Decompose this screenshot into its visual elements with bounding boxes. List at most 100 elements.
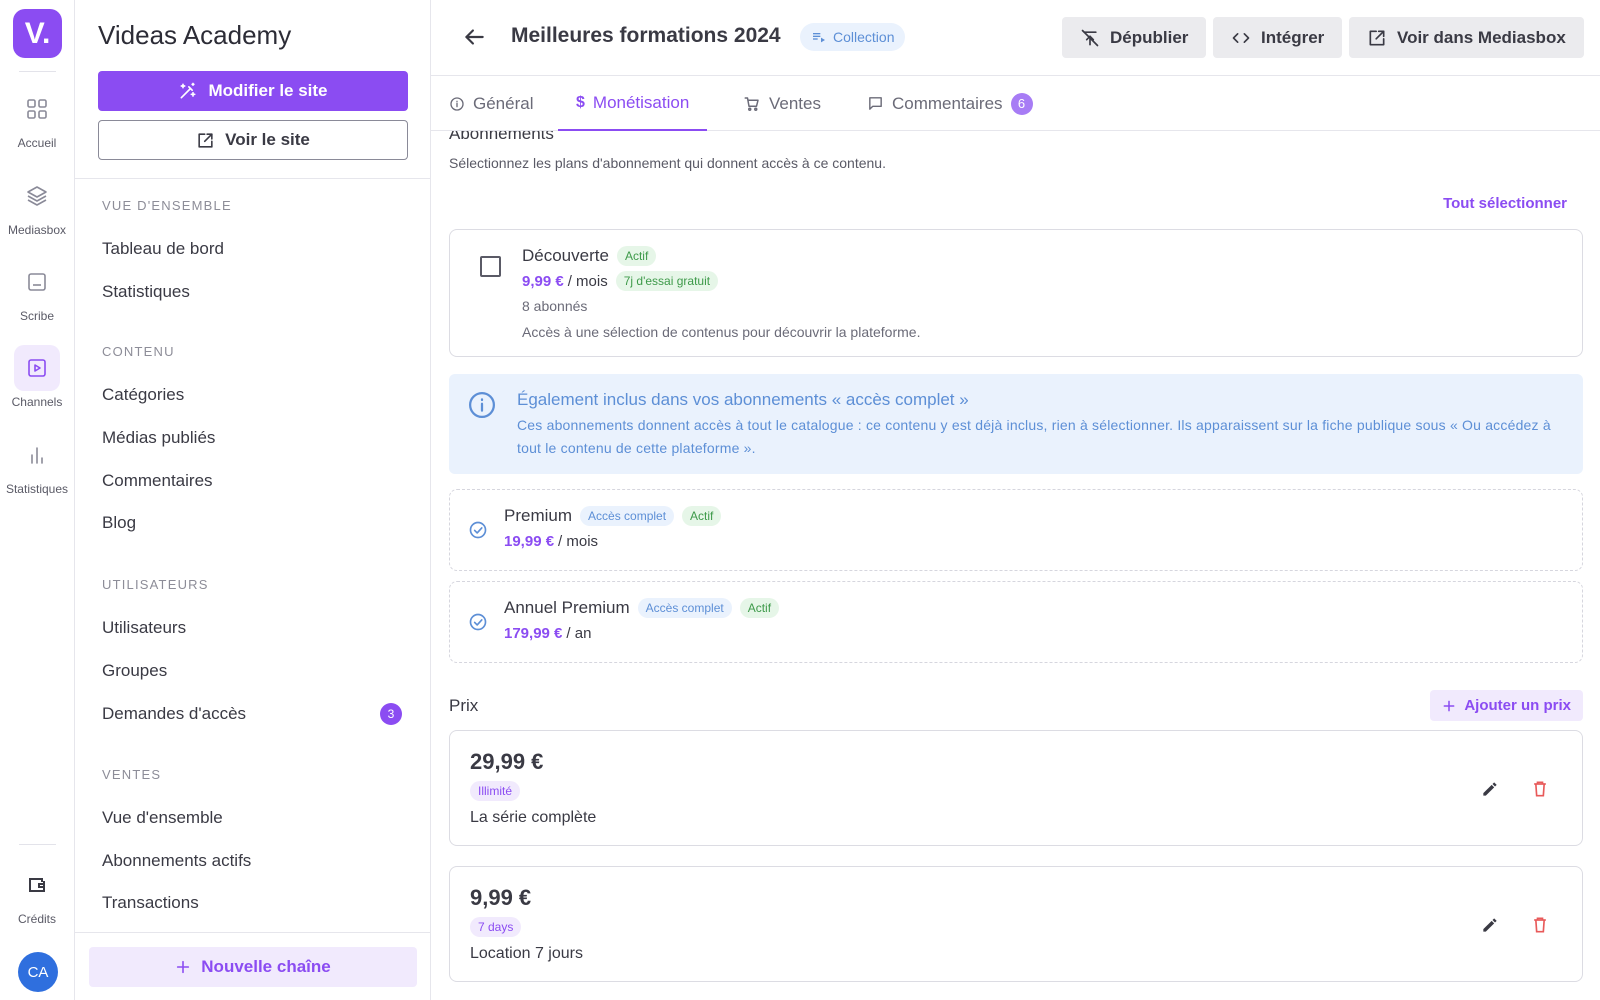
price-card: 29,99 € Illimité La série complète bbox=[449, 730, 1583, 846]
sidebar-divider bbox=[75, 932, 430, 933]
price-amount: 9,99 € bbox=[470, 885, 532, 910]
sidebar-item-statistics[interactable]: Statistiques bbox=[102, 282, 402, 302]
rail-item-scribe[interactable]: Scribe bbox=[0, 259, 74, 339]
view-in-mediasbox-label: Voir dans Mediasbox bbox=[1397, 27, 1566, 47]
included-plan-price-row: 19,99 € / mois bbox=[504, 533, 598, 550]
code-icon bbox=[1231, 28, 1251, 48]
view-in-mediasbox-button[interactable]: Voir dans Mediasbox bbox=[1349, 17, 1584, 58]
plan-price-row: 9,99 € / mois 7j d'essai gratuit bbox=[522, 271, 719, 291]
duration-badge: 7 days bbox=[470, 917, 522, 937]
info-text: Ces abonnements donnent accès à tout le … bbox=[517, 417, 1551, 456]
nav-section-title: CONTENU bbox=[102, 344, 175, 359]
unpublish-icon bbox=[1080, 28, 1100, 48]
price-description: Location 7 jours bbox=[470, 945, 583, 962]
rail-label: Scribe bbox=[19, 309, 54, 323]
view-site-label: Voir le site bbox=[225, 130, 310, 149]
price-card: 9,99 € 7 days Location 7 jours bbox=[449, 866, 1583, 982]
app-logo[interactable]: V. bbox=[13, 9, 62, 58]
nav-label: Blog bbox=[102, 513, 137, 532]
rail-divider bbox=[19, 71, 56, 72]
duration-badge: Illimité bbox=[470, 781, 521, 801]
plan-period: / mois bbox=[567, 272, 608, 290]
new-channel-label: Nouvelle chaîne bbox=[201, 957, 331, 976]
sidebar-item-active-subscriptions[interactable]: Abonnements actifs bbox=[102, 851, 402, 871]
external-link-icon bbox=[1367, 28, 1387, 48]
included-plan-price-row: 179,99 € / an bbox=[504, 625, 591, 642]
info-circle-icon bbox=[467, 390, 497, 420]
plus-icon bbox=[175, 959, 191, 975]
pencil-icon[interactable] bbox=[1480, 779, 1500, 799]
included-plan-name-row: Premium Accès complet Actif bbox=[504, 506, 722, 526]
nav-label: Utilisateurs bbox=[102, 618, 187, 637]
tab-general[interactable]: Général bbox=[449, 76, 552, 131]
add-price-button[interactable]: Ajouter un prix bbox=[1430, 690, 1583, 721]
status-badge: Actif bbox=[739, 598, 780, 618]
plan-price: 9,99 € bbox=[522, 272, 564, 290]
page-title: Meilleures formations 2024 bbox=[511, 24, 781, 47]
edit-site-button[interactable]: Modifier le site bbox=[98, 71, 408, 111]
tab-ventes[interactable]: Ventes bbox=[735, 76, 829, 131]
select-all-link[interactable]: Tout sélectionner bbox=[1443, 195, 1567, 212]
edit-site-label: Modifier le site bbox=[208, 81, 328, 100]
plan-name-row: Découverte Actif bbox=[522, 246, 657, 266]
plan-checkbox[interactable] bbox=[480, 256, 501, 277]
nav-label: Abonnements actifs bbox=[102, 851, 252, 870]
tab-label: Ventes bbox=[769, 93, 821, 113]
rail-item-mediasbox[interactable]: Mediasbox bbox=[0, 173, 74, 253]
sidebar-item-access-requests[interactable]: Demandes d'accès 3 bbox=[102, 703, 402, 725]
embed-label: Intégrer bbox=[1261, 27, 1325, 47]
nav-label: Demandes d'accès bbox=[102, 704, 247, 723]
sidebar-item-blog[interactable]: Blog bbox=[102, 513, 402, 533]
rail-item-channels[interactable]: Channels bbox=[0, 345, 74, 425]
trash-icon[interactable] bbox=[1530, 915, 1550, 935]
cart-icon bbox=[743, 95, 761, 113]
access-requests-badge: 3 bbox=[380, 703, 402, 725]
rail-item-statistiques[interactable]: Statistiques bbox=[0, 432, 74, 512]
plan-name: Premium bbox=[504, 506, 573, 525]
tab-bar: Général $ Monétisation Ventes Commentair… bbox=[431, 76, 1600, 131]
playlist-icon bbox=[811, 29, 827, 45]
tab-label: Commentaires bbox=[892, 93, 1003, 113]
site-title: Videas Academy bbox=[98, 20, 292, 50]
channel-sidebar: Videas Academy Modifier le site Voir le … bbox=[75, 0, 431, 1000]
status-badge: Actif bbox=[682, 506, 722, 526]
plan-card-decouverte[interactable]: Découverte Actif 9,99 € / mois 7j d'essa… bbox=[449, 229, 1583, 357]
check-circle-icon bbox=[468, 612, 488, 632]
new-channel-button[interactable]: Nouvelle chaîne bbox=[89, 947, 417, 987]
view-site-button[interactable]: Voir le site bbox=[98, 120, 408, 160]
collection-chip-label: Collection bbox=[833, 29, 895, 45]
sidebar-item-sales-overview[interactable]: Vue d'ensemble bbox=[102, 808, 402, 828]
wallet-icon bbox=[14, 862, 60, 908]
app-rail: V. Accueil Mediasbox Scribe Channels Sta… bbox=[0, 0, 75, 1000]
access-badge: Accès complet bbox=[637, 598, 732, 618]
included-plan-annuel-premium: Annuel Premium Accès complet Actif 179,9… bbox=[449, 581, 1583, 663]
embed-button[interactable]: Intégrer bbox=[1213, 17, 1343, 58]
trash-icon[interactable] bbox=[1530, 779, 1550, 799]
sidebar-item-comments[interactable]: Commentaires bbox=[102, 471, 402, 491]
pencil-icon[interactable] bbox=[1480, 915, 1500, 935]
monetisation-panel: Abonnements Sélectionnez les plans d'abo… bbox=[449, 131, 1583, 1000]
subscriptions-title: Abonnements bbox=[449, 131, 554, 143]
rail-label: Mediasbox bbox=[7, 223, 67, 237]
sidebar-item-categories[interactable]: Catégories bbox=[102, 385, 402, 405]
caption-icon bbox=[14, 259, 60, 305]
nav-label: Commentaires bbox=[102, 471, 213, 490]
tab-monetisation[interactable]: $ Monétisation bbox=[558, 76, 708, 131]
tab-commentaires[interactable]: Commentaires 6 bbox=[859, 76, 1041, 131]
sidebar-item-groups[interactable]: Groupes bbox=[102, 661, 402, 681]
unpublish-button[interactable]: Dépublier bbox=[1062, 17, 1207, 58]
sidebar-item-users[interactable]: Utilisateurs bbox=[102, 618, 402, 638]
nav-section-title: UTILISATEURS bbox=[102, 577, 209, 592]
sidebar-item-transactions[interactable]: Transactions bbox=[102, 893, 402, 913]
nav-label: Médias publiés bbox=[102, 428, 216, 447]
nav-label: Statistiques bbox=[102, 282, 190, 301]
sidebar-item-dashboard[interactable]: Tableau de bord bbox=[102, 239, 402, 259]
rail-item-accueil[interactable]: Accueil bbox=[0, 86, 74, 166]
nav-section-title: VUE D'ENSEMBLE bbox=[102, 198, 232, 213]
rail-item-credits[interactable]: Crédits bbox=[0, 862, 74, 942]
layers-icon bbox=[14, 173, 60, 219]
sidebar-item-published-media[interactable]: Médias publiés bbox=[102, 428, 402, 448]
full-access-info-box: Également inclus dans vos abonnements « … bbox=[449, 374, 1583, 474]
user-avatar[interactable]: CA bbox=[18, 952, 58, 992]
back-arrow-icon[interactable] bbox=[461, 24, 487, 50]
